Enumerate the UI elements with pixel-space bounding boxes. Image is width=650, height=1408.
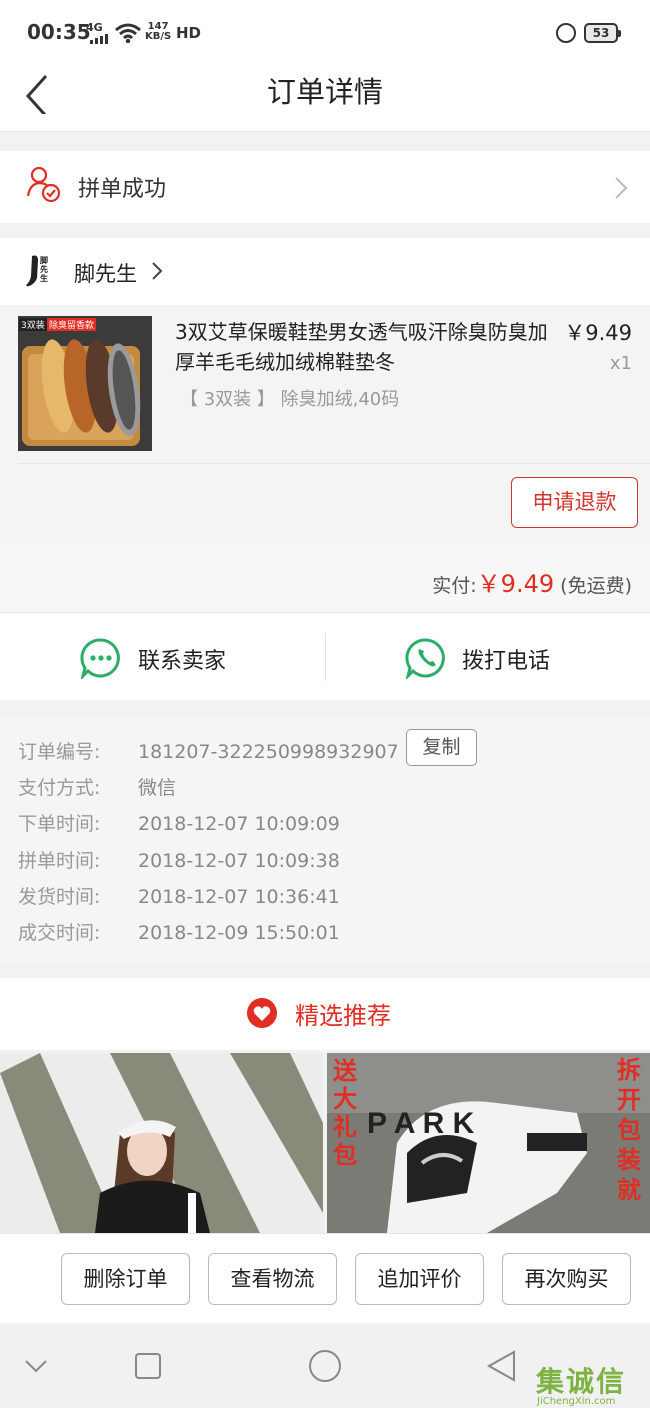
product-spec: 【 3双装 】 除臭加绒,40码 [180,389,400,410]
order-number-value: 181207-322250998932907 [138,741,399,763]
product-quantity: x1 [609,353,632,374]
order-time-value: 2018-12-07 10:09:09 [138,813,340,835]
product-price: ￥9.49 [564,321,632,345]
recommend-title: 精选推荐 [295,1002,391,1030]
order-info-row: 订单编号: 181207-322250998932907 [18,737,399,764]
fashion-product-picture [0,1053,323,1233]
order-info-key: 发货时间: [18,886,101,908]
wifi-icon [115,23,141,44]
tile-promo-text-right: 拆开包装就 [617,1056,641,1204]
product-image[interactable]: 3双装 除臭留香款 [18,316,152,451]
insole-product-picture [18,316,152,451]
watermark-text: 集诚信 [536,1365,627,1398]
call-phone-button[interactable]: 拨打电话 [462,643,550,675]
phone-icon[interactable] [405,637,447,679]
delete-order-button[interactable]: 删除订单 [61,1253,190,1305]
order-info-key: 下单时间: [18,813,101,835]
page-title: 订单详情 [266,75,383,109]
nav-header: 订单详情 [0,62,650,132]
watermark-url: JiChengXin.com [537,1396,616,1407]
svg-text:P A R K: P A R K [367,1107,475,1140]
network-speed: 147 KB/S [145,22,171,42]
copy-order-number-button[interactable]: 复制 [406,729,477,766]
image-badge-feature: 除臭留香款 [47,318,97,331]
shop-logo-text: 脚先生 [40,256,48,283]
order-info-key: 拼单时间: [18,850,101,872]
contact-seller-button[interactable]: 联系卖家 [138,643,226,675]
order-info-row: 支付方式: 微信 [18,773,176,800]
image-badge-pack: 3双装 [19,318,47,331]
shop-logo: 脚先生 [24,252,54,290]
contact-divider [325,633,326,681]
recommend-header: 精选推荐 [0,978,650,1050]
network-indicator: 4G [86,21,103,34]
order-info-key: 成交时间: [18,922,101,944]
group-buy-status-row[interactable]: 拼单成功 [0,151,650,223]
order-info-row: 发货时间: 2018-12-07 10:36:41 [18,882,340,909]
tile-promo-text-left: 送大礼包 [333,1057,357,1169]
shop-chevron-icon[interactable] [151,261,163,281]
apply-refund-button[interactable]: 申请退款 [511,477,638,528]
rotation-lock-icon [556,23,576,43]
view-logistics-button[interactable]: 查看物流 [208,1253,337,1305]
nav-recents-icon[interactable] [135,1353,161,1379]
buy-again-button[interactable]: 再次购买 [502,1253,631,1305]
signal-icon [90,34,108,44]
recommend-tile-left[interactable] [0,1053,323,1233]
hd-indicator: HD [176,24,202,42]
order-info-row: 成交时间: 2018-12-09 15:50:01 [18,918,340,945]
scooter-product-picture: P A R K [327,1053,650,1233]
status-bar: 00:35 4G 147 KB/S HD 53 [0,0,650,62]
order-info-key: 订单编号: [18,741,101,763]
status-time: 00:35 [27,20,91,44]
group-users-icon [26,166,61,203]
shop-name[interactable]: 脚先生 [74,258,137,288]
nav-home-icon[interactable] [308,1349,342,1383]
divider [18,463,650,464]
battery-indicator: 53 [584,23,621,43]
shipping-note: (免运费) [560,575,632,597]
group-time-value: 2018-12-07 10:09:38 [138,850,340,872]
nav-hide-icon[interactable] [24,1358,48,1374]
order-info-key: 支付方式: [18,777,101,799]
nav-back-icon[interactable] [486,1350,516,1382]
paid-amount: ￥9.49 [476,570,555,598]
order-info-row: 下单时间: 2018-12-07 10:09:09 [18,809,340,836]
heart-icon [247,998,277,1028]
add-review-button[interactable]: 追加评价 [355,1253,484,1305]
recommend-tile-right[interactable]: P A R K 送大礼包 拆开包装就 [327,1053,650,1233]
paid-label: 实付: [432,575,477,597]
product-title[interactable]: 3双艾草保暖鞋垫男女透气吸汗除臭防臭加厚羊毛毛绒加绒棉鞋垫冬 [175,317,555,377]
ship-time-value: 2018-12-07 10:36:41 [138,886,340,908]
chevron-right-icon [615,177,628,199]
order-info-row: 拼单时间: 2018-12-07 10:09:38 [18,846,340,873]
payment-row: 实付:￥9.49 (免运费) [432,564,632,599]
speed-unit: KB/S [145,31,172,42]
chat-bubble-icon[interactable] [80,637,122,679]
group-buy-status-label: 拼单成功 [78,177,167,202]
contact-bar: 联系卖家 拨打电话 [0,612,650,700]
payment-summary: 实付:￥9.49 (免运费) [0,544,650,612]
payment-method-value: 微信 [138,777,177,799]
deal-time-value: 2018-12-09 15:50:01 [138,922,340,944]
